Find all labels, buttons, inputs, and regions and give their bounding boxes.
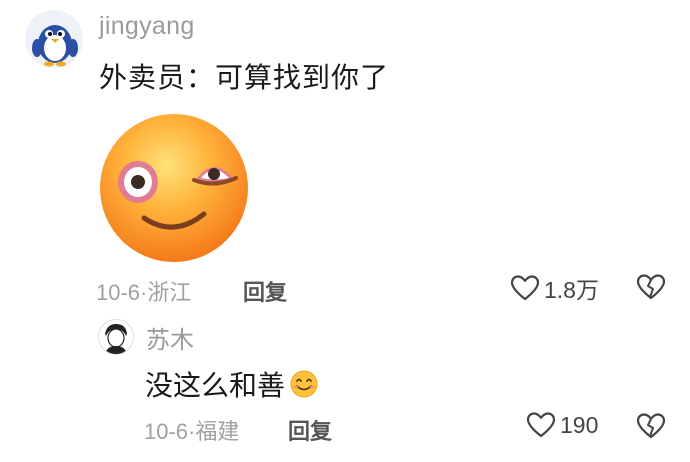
dislike-button[interactable] — [636, 412, 666, 445]
comment-date: 10-6 — [96, 280, 141, 305]
comment-text: 外卖员：可算找到你了 — [99, 62, 390, 93]
like-count: 190 — [560, 411, 599, 438]
reply-button[interactable]: 回复 — [288, 414, 332, 446]
reply-text: 没这么和善 — [145, 370, 286, 401]
comment-date-location: 10-6·浙江 — [96, 275, 191, 307]
reply-user-avatar[interactable] — [98, 319, 134, 355]
sketch-avatar-icon — [99, 320, 133, 354]
broken-heart-icon — [636, 274, 666, 300]
reply-username[interactable]: 苏木 — [146, 320, 194, 355]
like-button[interactable]: 1.8万 — [510, 271, 599, 305]
smile-emoji-icon — [290, 370, 318, 398]
like-button[interactable]: 190 — [526, 411, 598, 439]
reply-location: 福建 — [195, 419, 240, 444]
comment-username[interactable]: jingyang — [99, 12, 195, 41]
like-count: 1.8万 — [544, 277, 599, 303]
heart-icon — [526, 412, 556, 438]
reply-date-location: 10-6·福建 — [144, 414, 239, 446]
flushed-emoji-icon — [100, 114, 248, 262]
user-avatar[interactable] — [25, 10, 83, 68]
comment-location: 浙江 — [147, 280, 192, 305]
heart-icon — [510, 275, 540, 301]
flushed-emoji-sticker[interactable] — [96, 110, 252, 266]
dislike-button[interactable] — [636, 273, 666, 306]
penguin-avatar-icon — [25, 10, 83, 68]
reply-date: 10-6 — [144, 419, 189, 444]
broken-heart-icon — [636, 413, 666, 439]
reply-text-row: 没这么和善 — [145, 364, 319, 404]
reply-button[interactable]: 回复 — [243, 275, 287, 307]
